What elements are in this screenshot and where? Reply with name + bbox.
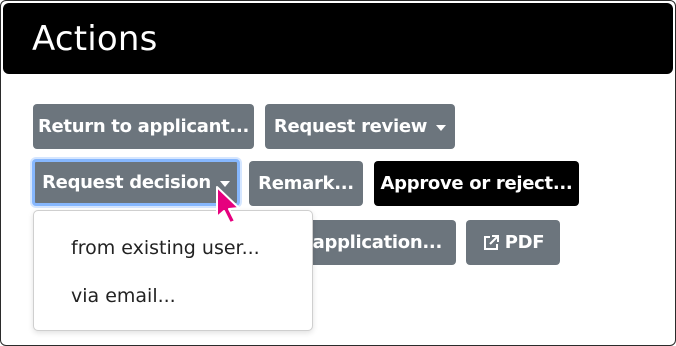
return-to-applicant-button[interactable]: Return to applicant... (33, 104, 254, 149)
mouse-pointer-icon (216, 186, 240, 224)
pdf-button[interactable]: PDF (466, 220, 560, 265)
approve-or-reject-button[interactable]: Approve or reject... (374, 161, 579, 206)
return-to-applicant-label: Return to applicant... (37, 116, 250, 137)
remark-label: Remark... (258, 173, 354, 194)
request-decision-label: Request decision (42, 172, 211, 193)
caret-down-icon (436, 124, 447, 131)
request-decision-button[interactable]: Request decision (32, 159, 240, 206)
approve-or-reject-label: Approve or reject... (380, 173, 573, 194)
application-button-label: e application... (294, 232, 443, 253)
page-title: Actions (32, 19, 158, 59)
dropdown-item-via-email[interactable]: via email... (71, 285, 176, 307)
request-review-label: Request review (273, 116, 428, 137)
remark-button[interactable]: Remark... (249, 161, 363, 206)
request-decision-dropdown: from existing user... via email... (33, 210, 313, 331)
pdf-label: PDF (504, 232, 545, 253)
dropdown-item-existing-user[interactable]: from existing user... (71, 237, 260, 259)
request-review-button[interactable]: Request review (265, 104, 455, 149)
actions-header: Actions (3, 3, 673, 74)
external-link-icon (483, 234, 499, 250)
actions-panel: Actions Return to applicant... Request r… (0, 0, 676, 346)
